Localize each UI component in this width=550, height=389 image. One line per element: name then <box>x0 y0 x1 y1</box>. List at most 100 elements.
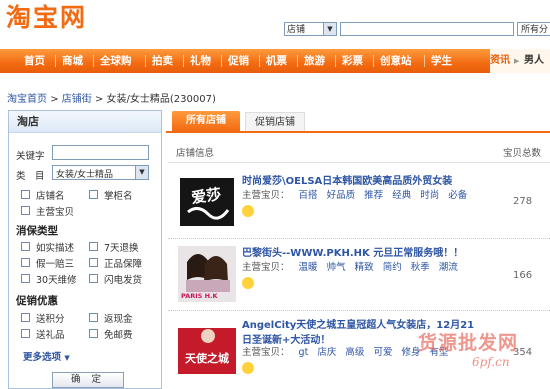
chevron-down-icon: ▼ <box>323 23 336 35</box>
shop-name-link[interactable]: 巴黎街头--WWW.PKH.HK 元旦正常服务哦！！ <box>242 244 463 259</box>
nav-separator <box>221 55 222 67</box>
tab-promo-shops[interactable]: 促销店铺 <box>245 112 305 131</box>
checkbox-genuine[interactable] <box>89 258 98 267</box>
breadcrumb-home[interactable]: 淘宝首页 <box>7 94 47 105</box>
credit-rating-icon[interactable] <box>242 362 254 374</box>
nav-separator <box>93 55 94 67</box>
keyword-link[interactable]: 简约 <box>383 262 402 273</box>
checkbox-label: 30天维修 <box>36 275 77 286</box>
keyword-link[interactable]: 推荐 <box>364 190 383 201</box>
watermark-url: 6pf.cn <box>472 355 510 369</box>
nav-item-home[interactable]: 首页 <box>24 49 45 73</box>
keyword-link[interactable]: 必备 <box>448 190 467 201</box>
keyword-link[interactable]: 好品质 <box>327 190 356 201</box>
checkbox-label: 7天退换 <box>104 243 139 254</box>
nav-item-men[interactable]: 男人 <box>524 49 544 73</box>
shop-item-count: 166 <box>513 270 533 281</box>
more-options-link[interactable]: 更多选项 ▼ <box>23 349 70 363</box>
keyword-link[interactable]: 潮流 <box>439 262 458 273</box>
checkbox-label: 正品保障 <box>104 259 143 270</box>
shop-name-link[interactable]: 时尚爱莎\OELSA日本韩国欧美高品质外贸女装 <box>242 172 452 187</box>
nav-separator <box>145 55 146 67</box>
keyword-link[interactable]: 可爱 <box>373 347 392 358</box>
nav-item-flights[interactable]: 机票 <box>266 49 287 73</box>
search-scope-label: 店铺 <box>287 25 306 35</box>
arrow-right-icon: ▶ <box>514 57 520 65</box>
consumer-protection-title: 消保类型 <box>16 225 58 237</box>
checkbox-cashback[interactable] <box>89 313 98 322</box>
nav-separator <box>424 55 425 67</box>
breadcrumb-shop-street[interactable]: 店铺街 <box>62 94 92 105</box>
nav-separator <box>373 55 374 67</box>
nav-separator <box>183 55 184 67</box>
shop-thumbnail[interactable]: PARIS H.K <box>178 246 236 302</box>
shop-main-items: 主营宝贝： 温暖 帅气 精致 简约 秋季 潮流 <box>242 259 458 273</box>
nav-right-panel: 资讯 ▶ 男人 <box>490 49 550 73</box>
checkbox-main-item[interactable] <box>21 206 30 215</box>
nav-item-lottery[interactable]: 彩票 <box>342 49 363 73</box>
shop-thumbnail[interactable]: 爱莎 <box>178 174 236 230</box>
keyword-link[interactable]: 高级 <box>345 347 364 358</box>
keyword-link[interactable]: 店庆 <box>317 347 336 358</box>
nav-separator <box>259 55 260 67</box>
checkbox-fake-pay-three[interactable] <box>21 258 30 267</box>
checkbox-main-item-label: 主营宝贝 <box>36 207 75 218</box>
chevron-down-icon: ▼ <box>135 166 148 179</box>
keyword-link[interactable]: 帅气 <box>327 262 346 273</box>
keyword-link[interactable]: 秋季 <box>411 262 430 273</box>
nav-item-mall[interactable]: 商城 <box>62 49 83 73</box>
search-category-label: 所有分 <box>521 25 549 35</box>
checkbox-fast-shipping[interactable] <box>89 274 98 283</box>
checkbox-free-shipping[interactable] <box>89 329 98 338</box>
nav-item-auction[interactable]: 拍卖 <box>152 49 173 73</box>
tab-all-shops[interactable]: 所有店铺 <box>172 111 240 131</box>
nav-item-promotions[interactable]: 促销 <box>228 49 249 73</box>
keyword-label: 关键字 <box>16 151 45 162</box>
caret-down-icon: ▼ <box>64 354 70 362</box>
shop-list-header: 店铺信息 宝贝总数 <box>168 140 550 163</box>
checkbox-7-day-return[interactable] <box>89 242 98 251</box>
checkbox-seller-name[interactable] <box>89 190 98 199</box>
nav-item-global[interactable]: 全球购 <box>100 49 132 73</box>
keyword-input[interactable] <box>52 145 149 160</box>
search-input[interactable] <box>340 22 514 36</box>
confirm-button[interactable]: 确 定 <box>52 372 124 388</box>
filter-panel-title: 淘店 <box>9 111 161 133</box>
svg-text:天使之城: 天使之城 <box>185 351 229 365</box>
shop-thumbnail[interactable]: 天使之城 <box>178 318 236 374</box>
credit-rating-icon[interactable] <box>242 205 254 217</box>
search-category-select[interactable]: 所有分 <box>517 22 550 36</box>
search-scope-select[interactable]: 店铺 ▼ <box>284 22 337 36</box>
checkbox-30-day-repair[interactable] <box>21 274 30 283</box>
checkbox-points[interactable] <box>21 313 30 322</box>
checkbox-label: 假一赔三 <box>36 259 75 270</box>
checkbox-label: 如实描述 <box>36 243 75 254</box>
category-select[interactable]: 女装/女士精品 ▼ <box>52 165 149 180</box>
checkbox-as-described[interactable] <box>21 242 30 251</box>
keyword-link[interactable]: 精致 <box>355 262 374 273</box>
checkbox-shop-name-label: 店铺名 <box>36 191 65 202</box>
taobao-logo[interactable]: 淘宝网 <box>6 2 87 34</box>
keyword-link[interactable]: 温暖 <box>299 262 318 273</box>
main-items-label: 主营宝贝： <box>242 347 290 358</box>
keyword-link[interactable]: 经典 <box>392 190 411 201</box>
main-items-label: 主营宝贝： <box>242 262 290 273</box>
more-options-label: 更多选项 <box>23 352 62 363</box>
nav-item-gifts[interactable]: 礼物 <box>190 49 211 73</box>
column-shop-info: 店铺信息 <box>176 148 215 159</box>
checkbox-gift[interactable] <box>21 329 30 338</box>
keyword-link[interactable]: 时尚 <box>420 190 439 201</box>
watermark-text: 货源批发网 <box>418 332 519 354</box>
keyword-link[interactable]: 百搭 <box>299 190 318 201</box>
checkbox-label: 送礼品 <box>36 330 65 341</box>
nav-item-student[interactable]: 学生 <box>431 49 452 73</box>
shop-filter-panel: 淘店 关键字 类 目 女装/女士精品 ▼ 店铺名 掌柜名 主营宝贝 消保类型 如… <box>8 110 162 389</box>
credit-rating-icon[interactable] <box>242 277 254 289</box>
nav-item-creative[interactable]: 创意站 <box>380 49 412 73</box>
nav-item-travel[interactable]: 旅游 <box>304 49 325 73</box>
keyword-link[interactable]: gt <box>299 347 309 358</box>
checkbox-shop-name[interactable] <box>21 190 30 199</box>
main-items-label: 主营宝贝： <box>242 190 290 201</box>
nav-item-news[interactable]: 资讯 <box>490 49 510 73</box>
column-item-count: 宝贝总数 <box>503 148 542 159</box>
